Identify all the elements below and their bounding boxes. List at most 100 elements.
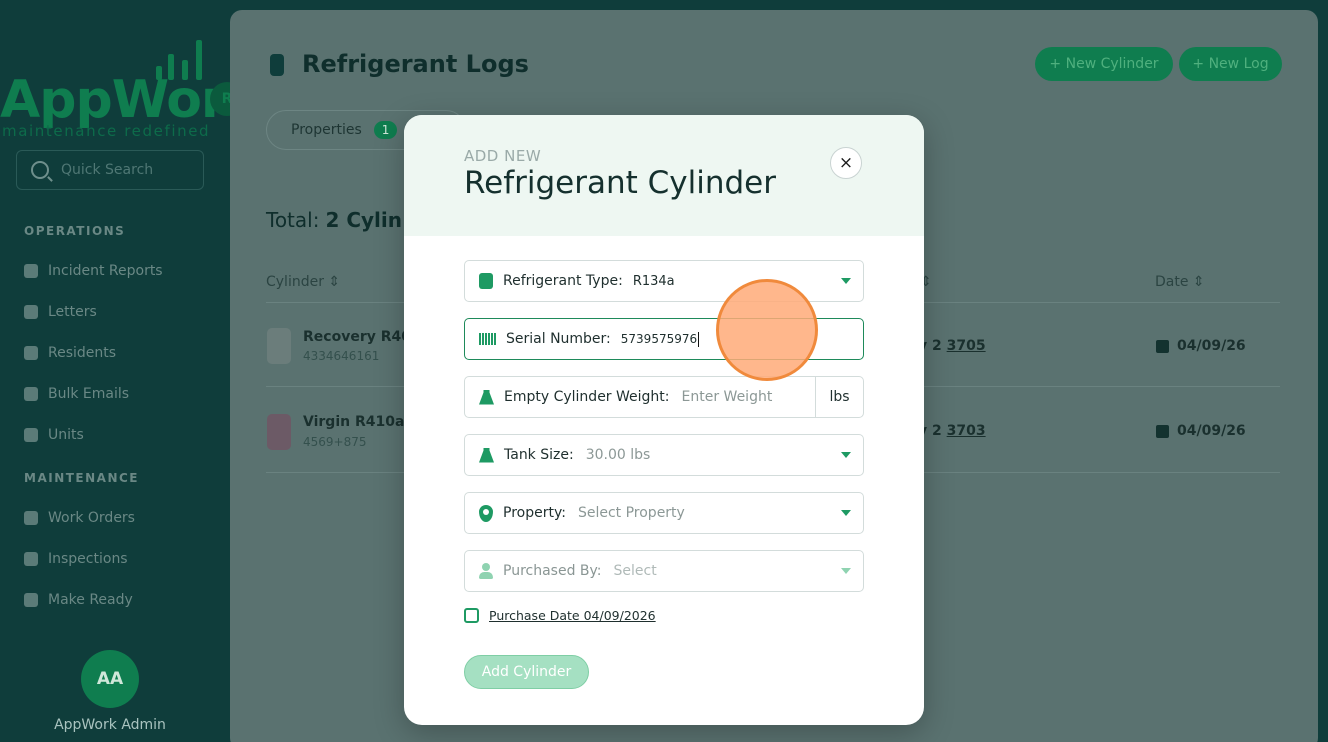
purchased-by-select[interactable]: Purchased By: Select — [464, 550, 864, 592]
calendar-icon — [1156, 424, 1169, 438]
mail-icon — [24, 387, 38, 401]
sort-icon: ⇕ — [328, 274, 341, 290]
text-cursor — [698, 331, 700, 347]
purchase-date-text: Purchase Date 04/09/2026 — [489, 608, 656, 623]
row-date-value: 04/09/26 — [1177, 338, 1246, 354]
nav-section-maintenance: MAINTENANCE — [24, 471, 139, 485]
table-row-date: 04/09/26 — [1156, 423, 1246, 439]
user-name: AppWork Admin — [54, 717, 166, 733]
close-button[interactable]: × — [830, 147, 862, 179]
weight-icon — [479, 389, 494, 405]
add-cylinder-button[interactable]: Add Cylinder — [464, 655, 589, 689]
wrench-icon — [24, 511, 38, 525]
empty-weight-placeholder: Enter Weight — [681, 389, 773, 405]
table-row-name[interactable]: Virgin R410a — [303, 414, 404, 430]
nav-item-label: Incident Reports — [48, 263, 163, 279]
close-icon: × — [838, 153, 854, 173]
total-count: Total: 2 Cylin — [266, 208, 402, 232]
chevron-down-icon — [841, 452, 851, 458]
clipboard-icon — [24, 552, 38, 566]
nav-section-operations: OPERATIONS — [24, 224, 126, 238]
user-avatar[interactable]: AA — [81, 650, 139, 708]
chevron-down-icon — [841, 510, 851, 516]
calendar-icon — [24, 593, 38, 607]
sort-icon: ⇕ — [1192, 274, 1205, 290]
weight-unit: lbs — [815, 377, 863, 417]
cylinder-icon — [270, 54, 284, 76]
purchase-date-link[interactable]: Purchase Date 04/09/2026 — [464, 608, 656, 623]
chevron-down-icon — [841, 568, 851, 574]
column-label: Date — [1155, 274, 1189, 290]
refrigerant-type-label: Refrigerant Type: — [503, 273, 623, 289]
quick-search-input[interactable]: Quick Search — [16, 150, 204, 190]
nav-item-make-ready[interactable]: Make Ready — [24, 589, 133, 611]
nav-item-label: Make Ready — [48, 592, 133, 608]
sidebar: AppWork R maintenance redefined Quick Se… — [0, 0, 260, 742]
total-label: Total: — [266, 208, 320, 232]
property-select[interactable]: Property: Select Property — [464, 492, 864, 534]
table-row-date: 04/09/26 — [1156, 338, 1246, 354]
row-link-unit: 3705 — [946, 338, 986, 354]
people-icon — [24, 346, 38, 360]
cylinder-row-icon — [267, 328, 291, 364]
new-cylinder-button[interactable]: + New Cylinder — [1035, 47, 1173, 81]
calendar-icon — [464, 608, 479, 623]
letter-icon — [24, 305, 38, 319]
column-header-cylinder[interactable]: Cylinder ⇕ — [266, 274, 340, 290]
search-icon — [31, 161, 49, 179]
nav-item-inspections[interactable]: Inspections — [24, 548, 128, 570]
empty-weight-input[interactable]: Empty Cylinder Weight: Enter Weight lbs — [464, 376, 864, 418]
document-icon — [24, 264, 38, 278]
tank-size-select[interactable]: Tank Size: 30.00 lbs — [464, 434, 864, 476]
table-row-serial: 4334646161 — [303, 349, 380, 363]
quick-search-placeholder: Quick Search — [61, 162, 154, 178]
properties-count-badge: 1 — [373, 121, 398, 139]
nav-item-residents[interactable]: Residents — [24, 342, 116, 364]
weight-icon — [479, 447, 494, 463]
nav-item-label: Work Orders — [48, 510, 135, 526]
nav-item-label: Units — [48, 427, 84, 443]
total-value: 2 Cylin — [325, 208, 402, 232]
nav-item-incident-reports[interactable]: Incident Reports — [24, 260, 163, 282]
purchased-by-label: Purchased By: — [503, 563, 602, 579]
row-link-unit: 3703 — [946, 423, 986, 439]
tank-size-value: 30.00 lbs — [585, 447, 651, 463]
property-label: Property: — [503, 505, 566, 521]
properties-tab-label: Properties — [291, 122, 362, 138]
new-log-button[interactable]: + New Log — [1179, 47, 1282, 81]
tank-size-label: Tank Size: — [504, 447, 574, 463]
table-row-property-link[interactable]: y 2 3703 — [918, 423, 986, 439]
cylinder-row-icon — [267, 414, 291, 450]
cylinder-icon — [479, 273, 493, 289]
nav-item-label: Letters — [48, 304, 97, 320]
column-header-date[interactable]: Date ⇕ — [1155, 274, 1205, 290]
nav-item-bulk-emails[interactable]: Bulk Emails — [24, 383, 129, 405]
property-placeholder: Select Property — [577, 505, 685, 521]
modal-header: ADD NEW Refrigerant Cylinder × — [404, 115, 924, 236]
add-cylinder-modal: ADD NEW Refrigerant Cylinder × Refrigera… — [404, 115, 924, 725]
person-icon — [479, 563, 493, 579]
nav-item-units[interactable]: Units — [24, 424, 84, 446]
empty-weight-label: Empty Cylinder Weight: — [504, 389, 670, 405]
column-label: Cylinder — [266, 274, 324, 290]
click-indicator — [716, 279, 818, 381]
serial-number-value-wrap: 5739575976 — [621, 331, 700, 347]
nav-item-work-orders[interactable]: Work Orders — [24, 507, 135, 529]
modal-kicker: ADD NEW — [464, 147, 542, 165]
nav-item-label: Inspections — [48, 551, 128, 567]
calendar-icon — [1156, 339, 1169, 353]
location-pin-icon — [479, 504, 493, 522]
logo-tagline: maintenance redefined — [2, 122, 211, 140]
modal-title: Refrigerant Cylinder — [464, 165, 776, 201]
row-date-value: 04/09/26 — [1177, 423, 1246, 439]
serial-number-label: Serial Number: — [506, 331, 611, 347]
app-logo[interactable]: AppWork R maintenance redefined — [0, 40, 260, 140]
page-title: Refrigerant Logs — [302, 50, 529, 78]
nav-item-letters[interactable]: Letters — [24, 301, 97, 323]
table-row-serial: 4569+875 — [303, 435, 367, 449]
nav-item-label: Residents — [48, 345, 117, 361]
table-row-property-link[interactable]: y 2 3705 — [918, 338, 986, 354]
chevron-down-icon — [841, 278, 851, 284]
home-icon — [24, 428, 38, 442]
barcode-icon — [479, 333, 496, 345]
